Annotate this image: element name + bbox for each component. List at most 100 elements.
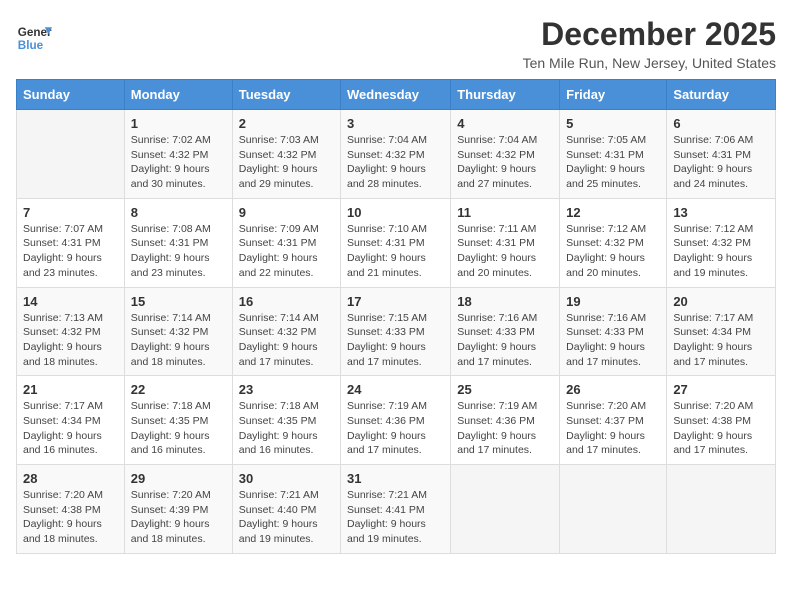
day-info: Sunrise: 7:21 AM Sunset: 4:41 PM Dayligh… — [347, 488, 444, 547]
calendar-cell: 14 Sunrise: 7:13 AM Sunset: 4:32 PM Dayli… — [17, 287, 125, 376]
calendar-row: 1 Sunrise: 7:02 AM Sunset: 4:32 PM Daylig… — [17, 110, 776, 199]
day-info: Sunrise: 7:19 AM Sunset: 4:36 PM Dayligh… — [347, 399, 444, 458]
calendar-cell — [451, 465, 560, 554]
calendar-cell: 6 Sunrise: 7:06 AM Sunset: 4:31 PM Daylig… — [667, 110, 776, 199]
day-number: 5 — [566, 116, 660, 131]
header-cell-monday: Monday — [124, 80, 232, 110]
header-cell-saturday: Saturday — [667, 80, 776, 110]
day-info: Sunrise: 7:20 AM Sunset: 4:37 PM Dayligh… — [566, 399, 660, 458]
day-info: Sunrise: 7:05 AM Sunset: 4:31 PM Dayligh… — [566, 133, 660, 192]
calendar-cell: 23 Sunrise: 7:18 AM Sunset: 4:35 PM Dayli… — [232, 376, 340, 465]
calendar-cell: 24Sunrise: 7:19 AM Sunset: 4:36 PM Dayli… — [341, 376, 451, 465]
day-info: Sunrise: 7:12 AM Sunset: 4:32 PM Dayligh… — [566, 222, 660, 281]
day-number: 19 — [566, 294, 660, 309]
calendar-cell: 1 Sunrise: 7:02 AM Sunset: 4:32 PM Daylig… — [124, 110, 232, 199]
day-info: Sunrise: 7:12 AM Sunset: 4:32 PM Dayligh… — [673, 222, 769, 281]
day-info: Sunrise: 7:21 AM Sunset: 4:40 PM Dayligh… — [239, 488, 334, 547]
day-number: 8 — [131, 205, 226, 220]
calendar-cell: 28 Sunrise: 7:20 AM Sunset: 4:38 PM Dayli… — [17, 465, 125, 554]
day-info: Sunrise: 7:07 AM Sunset: 4:31 PM Dayligh… — [23, 222, 118, 281]
day-info: Sunrise: 7:16 AM Sunset: 4:33 PM Dayligh… — [457, 311, 553, 370]
calendar-cell: 17 Sunrise: 7:15 AM Sunset: 4:33 PM Dayli… — [341, 287, 451, 376]
calendar-cell: 10Sunrise: 7:10 AM Sunset: 4:31 PM Dayli… — [341, 198, 451, 287]
day-info: Sunrise: 7:11 AM Sunset: 4:31 PM Dayligh… — [457, 222, 553, 281]
day-info: Sunrise: 7:16 AM Sunset: 4:33 PM Dayligh… — [566, 311, 660, 370]
day-info: Sunrise: 7:08 AM Sunset: 4:31 PM Dayligh… — [131, 222, 226, 281]
day-number: 27 — [673, 382, 769, 397]
header-cell-wednesday: Wednesday — [341, 80, 451, 110]
calendar-cell: 20 Sunrise: 7:17 AM Sunset: 4:34 PM Dayli… — [667, 287, 776, 376]
calendar-cell: 16Sunrise: 7:14 AM Sunset: 4:32 PM Dayli… — [232, 287, 340, 376]
day-number: 21 — [23, 382, 118, 397]
day-number: 3 — [347, 116, 444, 131]
calendar-cell: 13 Sunrise: 7:12 AM Sunset: 4:32 PM Dayli… — [667, 198, 776, 287]
header-cell-friday: Friday — [560, 80, 667, 110]
day-info: Sunrise: 7:04 AM Sunset: 4:32 PM Dayligh… — [457, 133, 553, 192]
calendar-cell: 27 Sunrise: 7:20 AM Sunset: 4:38 PM Dayli… — [667, 376, 776, 465]
calendar-cell: 8 Sunrise: 7:08 AM Sunset: 4:31 PM Daylig… — [124, 198, 232, 287]
calendar-row: 7 Sunrise: 7:07 AM Sunset: 4:31 PM Daylig… — [17, 198, 776, 287]
calendar-cell: 22Sunrise: 7:18 AM Sunset: 4:35 PM Dayli… — [124, 376, 232, 465]
day-number: 11 — [457, 205, 553, 220]
day-info: Sunrise: 7:09 AM Sunset: 4:31 PM Dayligh… — [239, 222, 334, 281]
calendar-cell: 26 Sunrise: 7:20 AM Sunset: 4:37 PM Dayli… — [560, 376, 667, 465]
day-info: Sunrise: 7:14 AM Sunset: 4:32 PM Dayligh… — [131, 311, 226, 370]
calendar-header: SundayMondayTuesdayWednesdayThursdayFrid… — [17, 80, 776, 110]
day-info: Sunrise: 7:15 AM Sunset: 4:33 PM Dayligh… — [347, 311, 444, 370]
calendar-cell: 31Sunrise: 7:21 AM Sunset: 4:41 PM Dayli… — [341, 465, 451, 554]
calendar-row: 28 Sunrise: 7:20 AM Sunset: 4:38 PM Dayli… — [17, 465, 776, 554]
header-cell-thursday: Thursday — [451, 80, 560, 110]
day-info: Sunrise: 7:04 AM Sunset: 4:32 PM Dayligh… — [347, 133, 444, 192]
calendar-subtitle: Ten Mile Run, New Jersey, United States — [523, 55, 776, 71]
svg-text:Blue: Blue — [18, 39, 44, 52]
calendar-cell: 19 Sunrise: 7:16 AM Sunset: 4:33 PM Dayli… — [560, 287, 667, 376]
logo: General Blue — [16, 20, 56, 56]
day-number: 7 — [23, 205, 118, 220]
day-number: 4 — [457, 116, 553, 131]
day-number: 16 — [239, 294, 334, 309]
day-number: 28 — [23, 471, 118, 486]
day-info: Sunrise: 7:13 AM Sunset: 4:32 PM Dayligh… — [23, 311, 118, 370]
day-number: 15 — [131, 294, 226, 309]
calendar-cell: 3 Sunrise: 7:04 AM Sunset: 4:32 PM Daylig… — [341, 110, 451, 199]
day-info: Sunrise: 7:18 AM Sunset: 4:35 PM Dayligh… — [131, 399, 226, 458]
day-info: Sunrise: 7:10 AM Sunset: 4:31 PM Dayligh… — [347, 222, 444, 281]
calendar-cell: 11 Sunrise: 7:11 AM Sunset: 4:31 PM Dayli… — [451, 198, 560, 287]
calendar-table: SundayMondayTuesdayWednesdayThursdayFrid… — [16, 79, 776, 554]
day-info: Sunrise: 7:19 AM Sunset: 4:36 PM Dayligh… — [457, 399, 553, 458]
day-info: Sunrise: 7:17 AM Sunset: 4:34 PM Dayligh… — [673, 311, 769, 370]
day-number: 14 — [23, 294, 118, 309]
day-number: 29 — [131, 471, 226, 486]
calendar-row: 21 Sunrise: 7:17 AM Sunset: 4:34 PM Dayli… — [17, 376, 776, 465]
calendar-cell: 12 Sunrise: 7:12 AM Sunset: 4:32 PM Dayli… — [560, 198, 667, 287]
day-info: Sunrise: 7:03 AM Sunset: 4:32 PM Dayligh… — [239, 133, 334, 192]
day-number: 18 — [457, 294, 553, 309]
day-number: 2 — [239, 116, 334, 131]
logo-icon: General Blue — [16, 20, 52, 56]
calendar-cell — [667, 465, 776, 554]
day-number: 1 — [131, 116, 226, 131]
calendar-cell: 15 Sunrise: 7:14 AM Sunset: 4:32 PM Dayli… — [124, 287, 232, 376]
day-info: Sunrise: 7:20 AM Sunset: 4:38 PM Dayligh… — [673, 399, 769, 458]
day-info: Sunrise: 7:06 AM Sunset: 4:31 PM Dayligh… — [673, 133, 769, 192]
day-number: 23 — [239, 382, 334, 397]
calendar-cell: 18 Sunrise: 7:16 AM Sunset: 4:33 PM Dayli… — [451, 287, 560, 376]
calendar-cell: 2 Sunrise: 7:03 AM Sunset: 4:32 PM Daylig… — [232, 110, 340, 199]
day-number: 26 — [566, 382, 660, 397]
day-info: Sunrise: 7:20 AM Sunset: 4:38 PM Dayligh… — [23, 488, 118, 547]
day-info: Sunrise: 7:18 AM Sunset: 4:35 PM Dayligh… — [239, 399, 334, 458]
day-number: 13 — [673, 205, 769, 220]
day-info: Sunrise: 7:17 AM Sunset: 4:34 PM Dayligh… — [23, 399, 118, 458]
day-info: Sunrise: 7:20 AM Sunset: 4:39 PM Dayligh… — [131, 488, 226, 547]
day-number: 6 — [673, 116, 769, 131]
calendar-cell: 5 Sunrise: 7:05 AM Sunset: 4:31 PM Daylig… — [560, 110, 667, 199]
calendar-body: 1 Sunrise: 7:02 AM Sunset: 4:32 PM Daylig… — [17, 110, 776, 554]
calendar-cell: 9Sunrise: 7:09 AM Sunset: 4:31 PM Daylig… — [232, 198, 340, 287]
calendar-cell — [17, 110, 125, 199]
calendar-row: 14 Sunrise: 7:13 AM Sunset: 4:32 PM Dayli… — [17, 287, 776, 376]
day-number: 12 — [566, 205, 660, 220]
day-number: 17 — [347, 294, 444, 309]
day-info: Sunrise: 7:02 AM Sunset: 4:32 PM Dayligh… — [131, 133, 226, 192]
day-number: 20 — [673, 294, 769, 309]
header-cell-tuesday: Tuesday — [232, 80, 340, 110]
